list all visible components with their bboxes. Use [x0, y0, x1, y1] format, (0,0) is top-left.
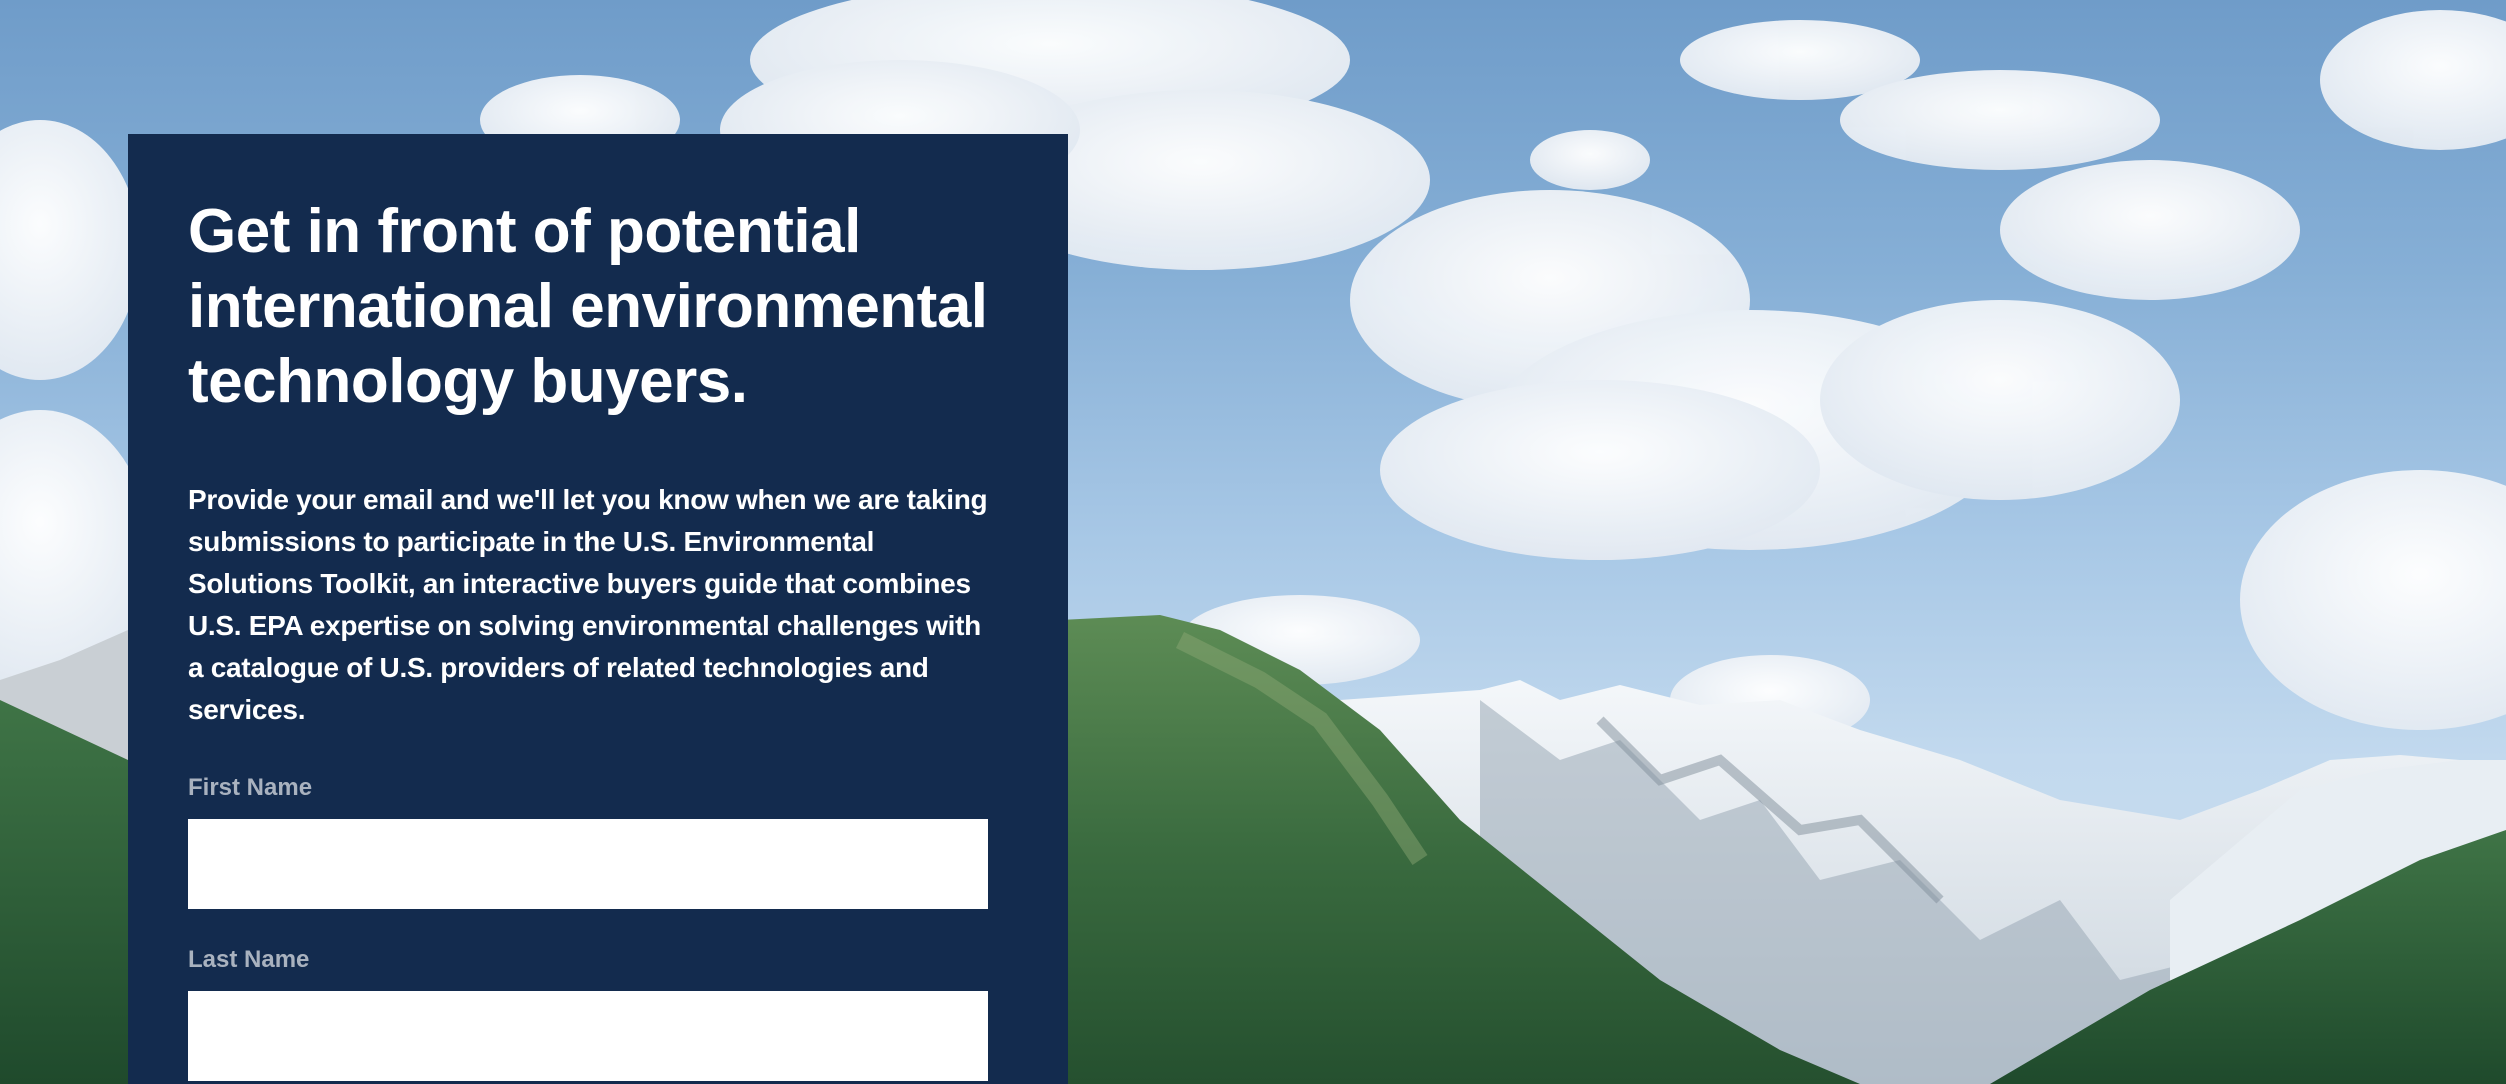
last-name-input[interactable] [188, 991, 988, 1081]
signup-intro-text: Provide your email and we'll let you kno… [188, 484, 988, 725]
first-name-input[interactable] [188, 819, 988, 909]
signup-headline: Get in front of potential international … [188, 197, 988, 416]
last-name-label: Last Name [188, 946, 310, 973]
first-name-label: First Name [188, 774, 313, 801]
signup-card: Get in front of potential international … [128, 134, 1068, 1084]
